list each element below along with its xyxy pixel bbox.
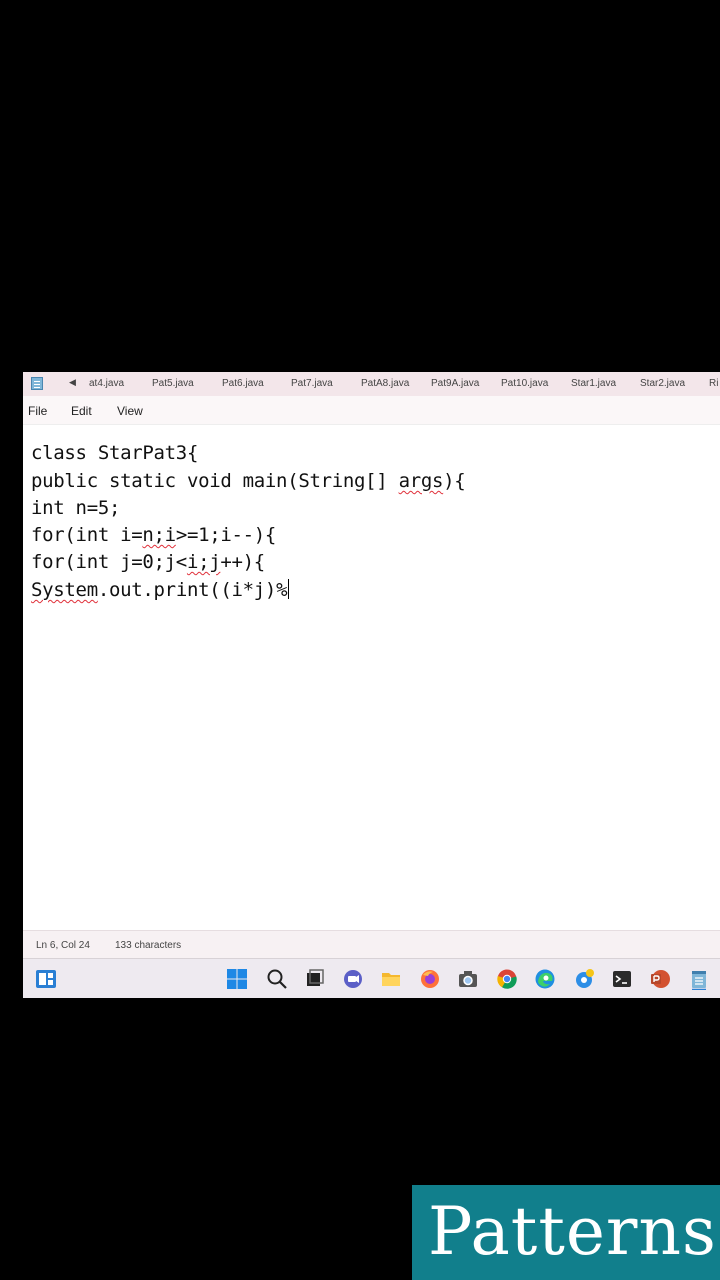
widgets-icon[interactable]	[35, 968, 57, 990]
code-text: class StarPat3{	[31, 442, 199, 464]
spellcheck-word: n;i	[142, 524, 176, 546]
code-line-2: public static void main(String[] args){	[31, 470, 466, 492]
notepad-icon[interactable]	[688, 968, 710, 990]
code-text: for(int i=	[31, 524, 143, 546]
status-bar: Ln 6, Col 24 133 characters	[23, 930, 720, 959]
chrome-icon[interactable]	[496, 968, 518, 990]
menu-file[interactable]: File	[28, 404, 47, 418]
code-text: ){	[443, 470, 466, 492]
spellcheck-word: args	[398, 470, 444, 492]
tab-star2[interactable]: Star2.java	[640, 378, 685, 389]
menu-edit[interactable]: Edit	[71, 404, 92, 418]
spellcheck-word: System	[31, 579, 98, 601]
tab-pat5[interactable]: Pat5.java	[152, 378, 194, 389]
tab-bar: ◀ at4.java Pat5.java Pat6.java Pat7.java…	[23, 372, 720, 396]
task-view-icon[interactable]	[304, 968, 326, 990]
code-line-6: System.out.print((i*j)%	[31, 579, 290, 601]
teams-icon[interactable]	[342, 968, 364, 990]
code-line-1: class StarPat3{	[31, 442, 198, 464]
code-line-3: int n=5;	[31, 497, 120, 519]
tab-pat6[interactable]: Pat6.java	[222, 378, 264, 389]
tab-pat4[interactable]: at4.java	[89, 378, 124, 389]
character-count: 133 characters	[115, 940, 182, 951]
start-icon[interactable]	[226, 968, 248, 990]
text-editor[interactable]: class StarPat3{ public static void main(…	[23, 425, 720, 930]
terminal-icon[interactable]	[611, 968, 633, 990]
menu-bar: File Edit View	[23, 396, 720, 425]
cursor-position: Ln 6, Col 24	[36, 940, 90, 951]
camera-icon[interactable]	[457, 968, 479, 990]
edge-icon[interactable]	[534, 968, 556, 990]
taskbar	[23, 958, 720, 998]
tab-pat10[interactable]: Pat10.java	[501, 378, 548, 389]
tab-pat9a[interactable]: Pat9A.java	[431, 378, 479, 389]
firefox-icon[interactable]	[419, 968, 441, 990]
code-text: >=1;i--){	[175, 524, 277, 546]
code-line-4: for(int i=n;i>=1;i--){	[31, 524, 276, 546]
code-text: for(int j=0;j<	[31, 551, 187, 573]
code-text: public static void main(String[]	[31, 470, 399, 492]
overlay-title: Patterns	[428, 1193, 717, 1270]
notepad-app-icon	[31, 377, 43, 390]
code-text: int n=5;	[31, 497, 121, 519]
search-icon[interactable]	[266, 968, 288, 990]
scroll-tabs-left-icon[interactable]: ◀	[69, 377, 76, 388]
tab-partial[interactable]: Ri	[709, 378, 718, 389]
notepad-window: ◀ at4.java Pat5.java Pat6.java Pat7.java…	[23, 372, 720, 998]
file-explorer-icon[interactable]	[380, 968, 402, 990]
code-line-5: for(int j=0;j<i;j++){	[31, 551, 265, 573]
tab-pat7[interactable]: Pat7.java	[291, 378, 333, 389]
text-caret	[288, 579, 290, 599]
powerpoint-icon[interactable]	[649, 968, 671, 990]
settings-icon[interactable]	[573, 968, 595, 990]
menu-view[interactable]: View	[117, 404, 143, 418]
tab-pata8[interactable]: PatA8.java	[361, 378, 409, 389]
tab-star1[interactable]: Star1.java	[571, 378, 616, 389]
spellcheck-word: i;j	[186, 551, 221, 573]
code-text: .out.print((i*j)%	[97, 579, 288, 601]
code-text: ++){	[220, 551, 265, 573]
title-overlay: Patterns	[412, 1185, 720, 1280]
